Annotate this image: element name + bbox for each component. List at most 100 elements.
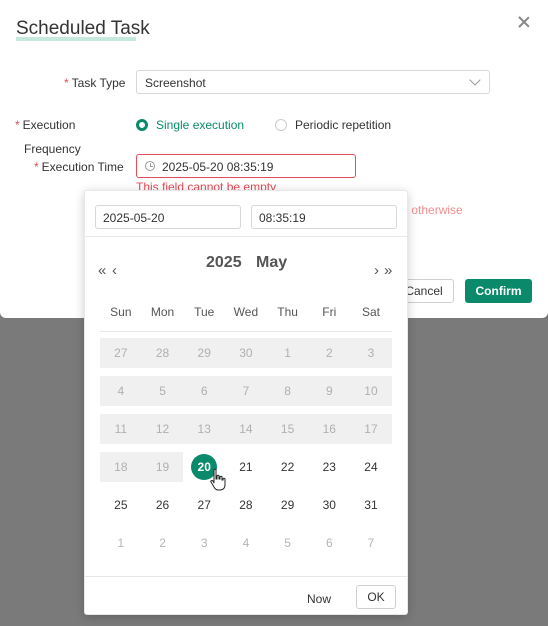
calendar-day-number: 23 (322, 460, 336, 474)
weekday-header: Sun Mon Tue Wed Thu Fri Sat (100, 305, 392, 319)
calendar-day[interactable]: 27 (183, 490, 225, 520)
periodic-repetition-radio[interactable]: Periodic repetition (275, 118, 391, 132)
picker-time-input[interactable]: 08:35:19 (251, 205, 397, 229)
calendar-day-number: 30 (239, 346, 253, 360)
frequency-label: Frequency (24, 142, 81, 156)
calendar-day-number: 3 (367, 346, 375, 360)
calendar-day-number: 3 (200, 536, 208, 550)
calendar-day-number: 10 (364, 384, 378, 398)
calendar-day-number: 18 (114, 460, 128, 474)
weekday-label: Wed (233, 305, 259, 319)
calendar-day-number: 7 (242, 384, 250, 398)
execution-time-input[interactable]: 2025-05-20 08:35:19 (136, 154, 356, 178)
calendar-day-number: 29 (280, 498, 295, 512)
calendar-day-number: 31 (364, 498, 378, 512)
calendar-day-number: 22 (280, 460, 295, 474)
calendar-day: 19 (141, 452, 184, 482)
calendar-day: 7 (225, 376, 267, 406)
weekday-label: Tue (194, 305, 215, 319)
weekday-divider (100, 331, 392, 332)
calendar-week-row: 4 5 6 7 8 9 10 (100, 376, 392, 406)
calendar-day-number: 9 (325, 384, 333, 398)
execution-label: * Execution (15, 118, 76, 132)
calendar-day: 14 (225, 414, 267, 444)
now-button[interactable]: Now (307, 592, 331, 606)
calendar-day[interactable]: 26 (142, 490, 184, 520)
calendar-day: 18 (100, 452, 142, 482)
calendar-day-number: 7 (367, 536, 375, 550)
task-type-select[interactable]: Screenshot (136, 70, 490, 94)
picker-year[interactable]: 2025 (206, 254, 242, 272)
calendar-day: 12 (141, 414, 184, 444)
close-icon[interactable] (516, 14, 532, 30)
calendar-day-number: 2 (325, 346, 333, 360)
radio-checked-icon (136, 119, 148, 131)
calendar-day: 4 (100, 376, 142, 406)
weekday-label: Sat (361, 305, 380, 319)
calendar-day[interactable]: 29 (267, 490, 309, 520)
calendar-day-number: 15 (280, 422, 295, 436)
calendar-day-number: 26 (155, 498, 170, 512)
calendar-day: 1 (266, 338, 309, 368)
confirm-button[interactable]: Confirm (465, 279, 532, 303)
calendar-day[interactable]: 3 (183, 528, 225, 558)
calendar-day[interactable]: 7 (350, 528, 392, 558)
calendar-day[interactable]: 2 (142, 528, 184, 558)
prev-year-icon[interactable]: « (98, 262, 106, 279)
calendar-day[interactable]: 1 (100, 528, 142, 558)
calendar-day-number: 25 (114, 498, 128, 512)
prev-month-icon[interactable]: ‹ (112, 262, 117, 279)
picker-month[interactable]: May (256, 254, 287, 272)
next-year-icon[interactable]: » (384, 262, 392, 279)
picker-date-input[interactable]: 2025-05-20 (95, 205, 241, 229)
weekday-label: Fri (322, 305, 337, 319)
calendar-day[interactable]: 22 (267, 452, 309, 482)
picker-divider (85, 236, 407, 237)
calendar-day-number: 19 (155, 460, 170, 474)
calendar-day-number: 4 (242, 536, 250, 550)
calendar-day-number: 5 (159, 384, 166, 398)
calendar-day: 5 (141, 376, 184, 406)
calendar-week-row: 27 28 29 30 1 2 3 (100, 338, 392, 368)
calendar-day: 30 (225, 338, 267, 368)
calendar-day[interactable]: 23 (308, 452, 350, 482)
weekday-label: Sun (110, 305, 132, 319)
calendar-day: 16 (308, 414, 351, 444)
calendar-day-number: 12 (155, 422, 170, 436)
task-type-label: * Task Type (64, 76, 126, 90)
calendar-day-number: 27 (114, 346, 128, 360)
hand-cursor-icon (210, 468, 226, 491)
calendar-day[interactable]: 31 (350, 490, 392, 520)
date-picker-popup: 2025-05-20 08:35:19 « ‹ 2025 May › » Sun… (84, 190, 408, 615)
weekday-label: Thu (277, 305, 298, 319)
calendar-day[interactable]: 25 (100, 490, 142, 520)
calendar-day: 6 (183, 376, 226, 406)
calendar-day-number: 11 (114, 422, 128, 436)
calendar-day: 3 (350, 338, 392, 368)
calendar-week-row: 18 19 20 21 22 23 24 (100, 452, 392, 482)
calendar-day[interactable]: 6 (308, 528, 350, 558)
calendar-day-number: 8 (284, 384, 291, 398)
calendar-week-row: 1 2 3 4 5 6 7 (100, 528, 392, 558)
calendar-day[interactable]: 4 (225, 528, 267, 558)
single-execution-label: Single execution (156, 118, 245, 132)
next-month-icon[interactable]: › (374, 262, 379, 279)
calendar-day-number: 17 (364, 422, 378, 436)
single-execution-radio[interactable]: Single execution (136, 118, 244, 132)
dialog-title: Scheduled Task (16, 18, 150, 39)
calendar-day[interactable]: 30 (308, 490, 350, 520)
calendar-day-number: 28 (155, 346, 170, 360)
calendar-day[interactable]: 24 (350, 452, 392, 482)
calendar-day-number: 1 (117, 536, 125, 550)
calendar-day: 15 (266, 414, 309, 444)
calendar-day[interactable]: 5 (267, 528, 309, 558)
periodic-repetition-label: Periodic repetition (295, 118, 392, 132)
picker-footer-divider (85, 576, 407, 577)
calendar-day-number: 13 (197, 422, 211, 436)
ok-button[interactable]: OK (356, 585, 396, 609)
calendar-day: 10 (350, 376, 392, 406)
execution-time-label: * Execution Time (34, 160, 124, 174)
calendar-day[interactable]: 21 (225, 452, 267, 482)
calendar-day[interactable]: 28 (225, 490, 267, 520)
calendar-day-number: 4 (117, 384, 125, 398)
